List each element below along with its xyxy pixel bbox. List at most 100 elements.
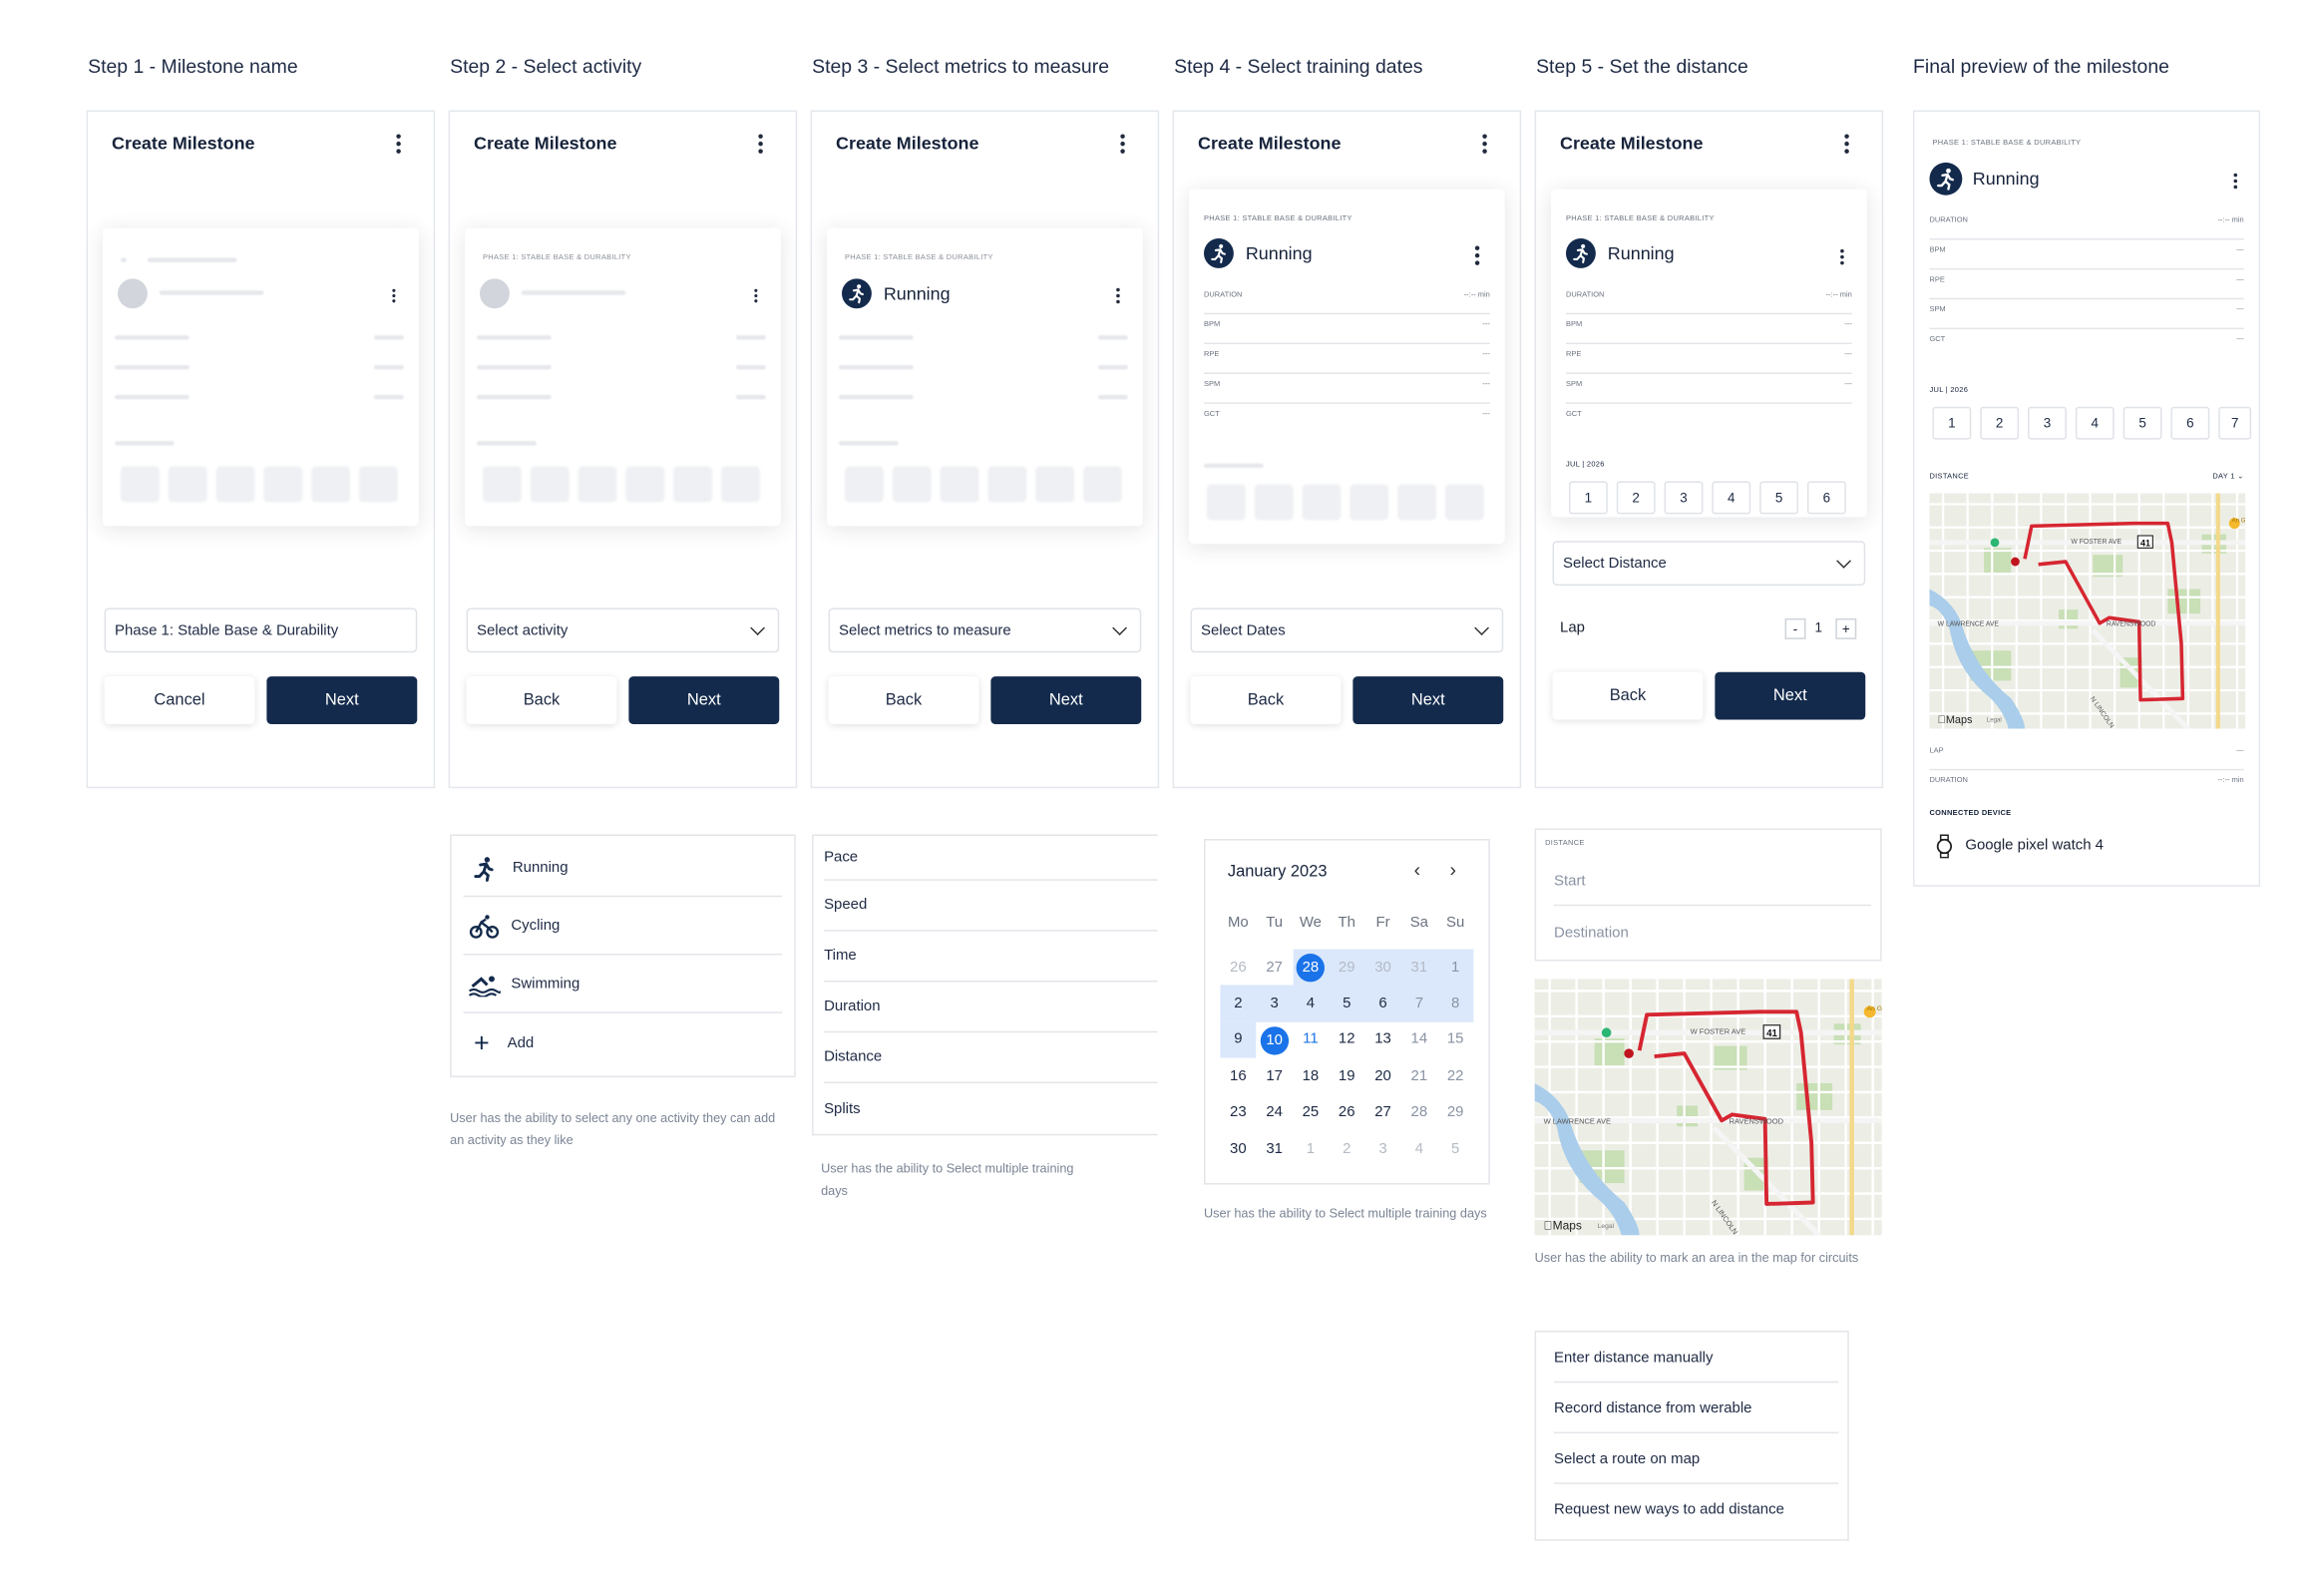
cancel-button[interactable]: Cancel xyxy=(104,676,255,724)
chevron-right-icon[interactable]: › xyxy=(1449,858,1455,880)
calendar-day[interactable]: 2 xyxy=(1332,1135,1361,1162)
select-dates-dropdown[interactable]: Select Dates xyxy=(1190,607,1504,653)
calendar-day[interactable]: 1 xyxy=(1296,1135,1326,1162)
calendar-day[interactable]: 28 xyxy=(1404,1099,1434,1126)
calendar-day[interactable]: 21 xyxy=(1404,1062,1434,1089)
next-button[interactable]: Next xyxy=(1715,671,1866,720)
day-selector[interactable]: DAY 1 ⌄ xyxy=(2212,473,2243,482)
more-icon[interactable] xyxy=(1119,134,1125,154)
more-icon[interactable] xyxy=(1839,248,1844,265)
calendar-day[interactable]: 31 xyxy=(1260,1135,1290,1162)
calendar-day[interactable]: 14 xyxy=(1404,1026,1434,1053)
add-activity-button[interactable]: + Add xyxy=(464,1014,783,1071)
metric-option-time[interactable]: Time xyxy=(824,932,1158,983)
calendar-day[interactable]: 18 xyxy=(1296,1062,1326,1089)
calendar-day[interactable]: 31 xyxy=(1404,954,1434,981)
enter-distance-manually-option[interactable]: Enter distance manually xyxy=(1554,1334,1839,1384)
chevron-left-icon[interactable]: ‹ xyxy=(1414,858,1420,880)
calendar-day[interactable]: 4 xyxy=(1404,1135,1434,1162)
day-2[interactable]: 2 xyxy=(1616,481,1656,515)
day-5[interactable]: 5 xyxy=(2122,406,2162,440)
more-icon[interactable] xyxy=(395,134,401,154)
more-icon[interactable] xyxy=(1473,245,1479,265)
metric-option-speed[interactable]: Speed xyxy=(824,881,1158,932)
metric-option-pace[interactable]: Pace xyxy=(824,836,1158,881)
back-button[interactable]: Back xyxy=(1552,671,1704,720)
calendar-day[interactable]: 23 xyxy=(1223,1099,1253,1126)
day-5[interactable]: 5 xyxy=(1759,481,1799,515)
calendar-day[interactable]: 8 xyxy=(1440,990,1470,1016)
activity-option-running[interactable]: Running xyxy=(463,841,783,898)
route-map[interactable]: 41 W FOSTER AVE W LAWRENCE AVE RAVENSWOOD N … xyxy=(1929,493,2246,729)
calendar-day[interactable]: 27 xyxy=(1368,1099,1398,1126)
calendar-day[interactable]: 16 xyxy=(1223,1062,1253,1089)
day-4[interactable]: 4 xyxy=(2075,406,2115,440)
calendar-day[interactable]: 30 xyxy=(1368,954,1398,981)
more-icon[interactable] xyxy=(1481,134,1487,154)
day-3[interactable]: 3 xyxy=(2028,406,2067,440)
lap-decrement-button[interactable]: - xyxy=(1784,617,1806,639)
route-map[interactable]: 41 W FOSTER AVE W LAWRENCE AVE RAVENSWOOD N … xyxy=(1534,979,1882,1236)
metric-option-duration[interactable]: Duration xyxy=(824,982,1158,1033)
next-button[interactable]: Next xyxy=(266,676,418,724)
destination-input[interactable]: Destination xyxy=(1554,926,1629,942)
more-icon[interactable] xyxy=(2232,173,2237,190)
select-activity-dropdown[interactable]: Select activity xyxy=(466,607,780,653)
start-input[interactable]: Start xyxy=(1554,873,1872,907)
calendar-day[interactable]: 17 xyxy=(1260,1062,1290,1089)
day-4[interactable]: 4 xyxy=(1712,481,1751,515)
select-route-option[interactable]: Select a route on map xyxy=(1554,1435,1839,1484)
milestone-name-input[interactable]: Phase 1: Stable Base & Durability xyxy=(104,607,418,653)
calendar-day[interactable]: 12 xyxy=(1332,1026,1361,1053)
back-button[interactable]: Back xyxy=(466,676,617,724)
next-button[interactable]: Next xyxy=(628,676,780,724)
calendar-day[interactable]: 3 xyxy=(1368,1135,1398,1162)
legal-link[interactable]: Legal xyxy=(1598,1223,1615,1230)
calendar-day[interactable]: 30 xyxy=(1223,1135,1253,1162)
calendar-day[interactable]: 2 xyxy=(1223,990,1253,1016)
calendar-day[interactable]: 19 xyxy=(1332,1062,1361,1089)
day-3[interactable]: 3 xyxy=(1664,481,1704,515)
calendar-day[interactable]: 1 xyxy=(1440,954,1470,981)
calendar-day[interactable]: 24 xyxy=(1260,1099,1290,1126)
calendar-day[interactable]: 27 xyxy=(1260,954,1290,981)
calendar-day[interactable]: 3 xyxy=(1260,990,1290,1016)
day-6[interactable]: 6 xyxy=(2170,406,2210,440)
more-icon[interactable] xyxy=(757,134,763,154)
calendar-day[interactable]: 11 xyxy=(1296,1026,1326,1053)
calendar-day[interactable]: 26 xyxy=(1332,1099,1361,1126)
calendar-day[interactable]: 5 xyxy=(1332,990,1361,1016)
next-button[interactable]: Next xyxy=(1352,676,1504,724)
select-distance-dropdown[interactable]: Select Distance xyxy=(1552,541,1866,587)
lap-increment-button[interactable]: + xyxy=(1835,617,1857,639)
legal-link[interactable]: Legal xyxy=(1987,717,2002,724)
request-new-ways-option[interactable]: Request new ways to add distance xyxy=(1554,1485,1838,1534)
calendar-day[interactable]: 4 xyxy=(1296,990,1326,1016)
day-7[interactable]: 7 xyxy=(2218,406,2252,440)
calendar-day[interactable]: 6 xyxy=(1368,990,1398,1016)
record-distance-option[interactable]: Record distance from werable xyxy=(1554,1385,1839,1434)
select-metrics-dropdown[interactable]: Select metrics to measure xyxy=(828,607,1142,653)
calendar-day[interactable]: 7 xyxy=(1404,990,1434,1016)
calendar-day[interactable]: 20 xyxy=(1368,1062,1398,1089)
metric-option-distance[interactable]: Distance xyxy=(824,1032,1158,1083)
day-6[interactable]: 6 xyxy=(1806,481,1846,515)
calendar-day[interactable]: 22 xyxy=(1440,1062,1470,1089)
calendar-day[interactable]: 15 xyxy=(1440,1026,1470,1053)
activity-option-swimming[interactable]: Swimming xyxy=(463,957,783,1013)
calendar-day[interactable]: 10 xyxy=(1260,1025,1289,1055)
calendar-day[interactable]: 13 xyxy=(1368,1026,1398,1053)
activity-option-cycling[interactable]: Cycling xyxy=(463,899,783,956)
metric-option-splits[interactable]: Splits xyxy=(824,1083,1158,1134)
calendar-day[interactable]: 29 xyxy=(1440,1099,1470,1126)
day-1[interactable]: 1 xyxy=(1932,406,1972,440)
calendar-day[interactable]: 26 xyxy=(1223,954,1253,981)
calendar-day[interactable]: 29 xyxy=(1332,954,1361,981)
day-1[interactable]: 1 xyxy=(1568,481,1608,515)
more-icon[interactable] xyxy=(1843,134,1849,154)
calendar-day[interactable]: 9 xyxy=(1223,1026,1253,1053)
day-2[interactable]: 2 xyxy=(1980,406,2020,440)
back-button[interactable]: Back xyxy=(1190,676,1342,724)
next-button[interactable]: Next xyxy=(990,676,1142,724)
calendar-day[interactable]: 5 xyxy=(1440,1135,1470,1162)
